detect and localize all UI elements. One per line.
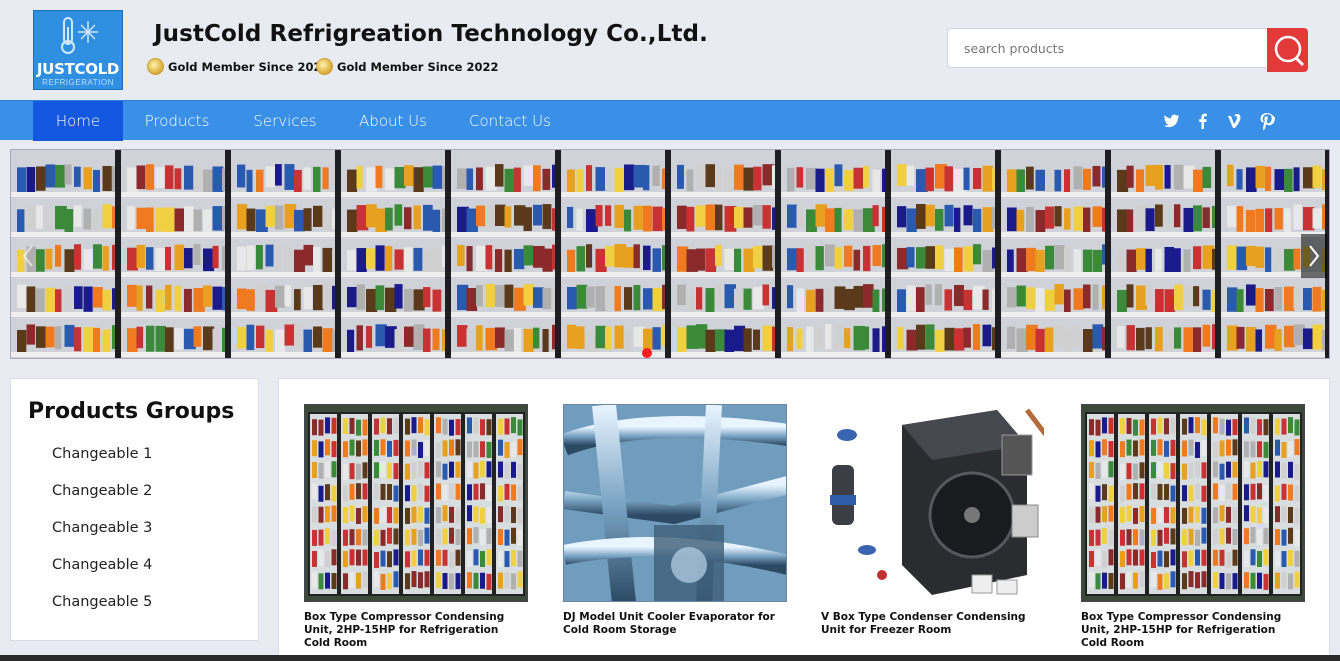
search-button[interactable] <box>1267 28 1308 72</box>
twitter-icon[interactable] <box>1161 111 1181 131</box>
sidebar-item-changeable-5[interactable]: Changeable 5 <box>52 594 152 610</box>
site-header: JUSTCOLD REFRIGERATION JustCold Refrigre… <box>0 0 1340 100</box>
product-title[interactable]: V Box Type Condenser Condensing Unit for… <box>821 611 1045 637</box>
gold-medal-icon <box>316 58 333 75</box>
nav-home[interactable]: Home <box>33 101 123 141</box>
products-grid: Box Type Compressor Condensing Unit, 2HP… <box>278 378 1330 658</box>
facebook-icon[interactable] <box>1193 111 1213 131</box>
evaporator-pipes-image <box>564 405 786 601</box>
logo-text: JUSTCOLD <box>36 60 120 78</box>
product-card[interactable]: Box Type Compressor Condensing Unit, 2HP… <box>304 404 528 650</box>
product-card[interactable]: Box Type Compressor Condensing Unit, 2HP… <box>1081 404 1305 650</box>
slider-next-arrow-icon[interactable] <box>1301 234 1327 278</box>
slider-dot-active[interactable] <box>642 348 652 358</box>
gold-member-badge: Gold Member Since 2022 <box>147 58 330 75</box>
product-image[interactable] <box>563 404 787 602</box>
product-image[interactable] <box>1081 404 1305 602</box>
condensing-unit-image <box>822 405 1044 601</box>
search-input[interactable] <box>948 29 1268 67</box>
product-card[interactable]: V Box Type Condenser Condensing Unit for… <box>821 404 1045 637</box>
cooler-display-image <box>1082 405 1304 601</box>
main-nav: Home Products Services About Us Contact … <box>0 100 1340 141</box>
product-title[interactable]: DJ Model Unit Cooler Evaporator for Cold… <box>563 611 787 637</box>
hero-banner-slider[interactable] <box>10 149 1330 359</box>
bottom-scroll-strip <box>0 655 1340 661</box>
slider-prev-arrow-icon[interactable] <box>15 234 41 278</box>
product-card[interactable]: DJ Model Unit Cooler Evaporator for Cold… <box>563 404 787 637</box>
product-title[interactable]: Box Type Compressor Condensing Unit, 2HP… <box>304 611 528 650</box>
pinterest-icon[interactable] <box>1257 111 1277 131</box>
cooler-display-image <box>305 405 527 601</box>
thermometer-snowflake-icon <box>61 17 98 54</box>
company-name: JustCold Refrigreation Technology Co.,Lt… <box>154 21 708 47</box>
nav-services[interactable]: Services <box>248 101 322 141</box>
sidebar-item-changeable-4[interactable]: Changeable 4 <box>52 557 152 573</box>
product-image[interactable] <box>304 404 528 602</box>
products-groups-panel: Products Groups Changeable 1 Changeable … <box>10 378 259 641</box>
badge-label: Gold Member Since 2022 <box>337 59 499 74</box>
sidebar-item-changeable-1[interactable]: Changeable 1 <box>52 446 152 462</box>
product-image[interactable] <box>821 404 1045 602</box>
gold-medal-icon <box>147 58 164 75</box>
search-icon <box>1274 35 1305 67</box>
logo-subtext: REFRIGERATION <box>42 78 114 87</box>
nav-products[interactable]: Products <box>139 101 215 141</box>
search-box <box>947 28 1269 68</box>
sidebar-title: Products Groups <box>28 399 235 424</box>
company-logo[interactable]: JUSTCOLD REFRIGERATION <box>33 10 123 90</box>
badge-label: Gold Member Since 2022 <box>168 59 330 74</box>
refrigerator-shelves-image <box>11 150 1329 358</box>
vine-icon[interactable] <box>1225 111 1245 131</box>
nav-about-us[interactable]: About Us <box>354 101 432 141</box>
sidebar-item-changeable-2[interactable]: Changeable 2 <box>52 483 152 499</box>
gold-member-badge: Gold Member Since 2022 <box>316 58 499 75</box>
nav-contact-us[interactable]: Contact Us <box>466 101 554 141</box>
product-title[interactable]: Box Type Compressor Condensing Unit, 2HP… <box>1081 611 1305 650</box>
sidebar-item-changeable-3[interactable]: Changeable 3 <box>52 520 152 536</box>
